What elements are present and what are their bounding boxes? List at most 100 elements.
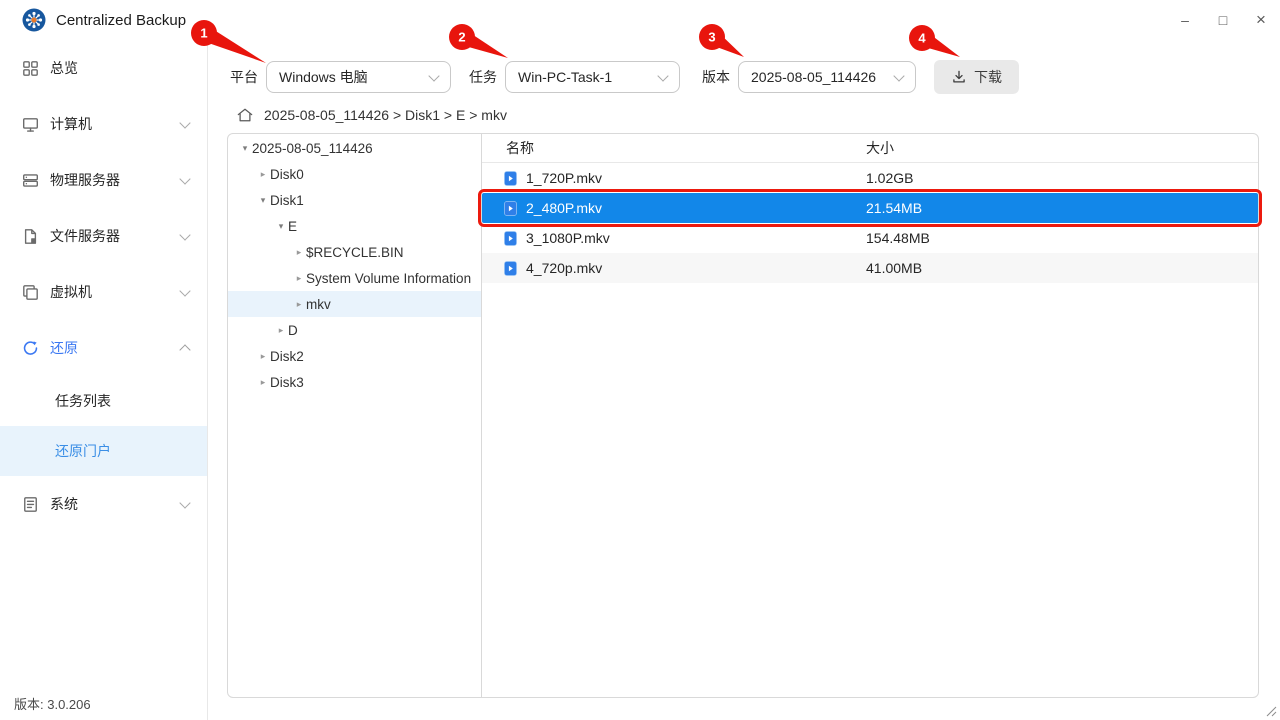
column-header-size[interactable]: 大小 bbox=[866, 138, 1258, 158]
sidebar-item-label: 虚拟机 bbox=[50, 282, 92, 302]
tree-node-label: Disk2 bbox=[270, 349, 304, 364]
task-label: 任务 bbox=[469, 67, 497, 87]
file-row-1_720P.mkv[interactable]: 1_720P.mkv1.02GB bbox=[482, 163, 1258, 193]
tree-node-2025-08-05_114426[interactable]: ▾2025-08-05_114426 bbox=[228, 135, 481, 161]
tree-node-label: mkv bbox=[306, 297, 331, 312]
sidebar-item-虚拟机[interactable]: 虚拟机 bbox=[0, 264, 207, 320]
toolbar: 平台 Windows 电脑 任务 Win-PC-Task-1 版本 2025-0… bbox=[230, 60, 1019, 94]
tree-node-Disk3[interactable]: ▸Disk3 bbox=[228, 369, 481, 395]
tree-node-Disk1[interactable]: ▾Disk1 bbox=[228, 187, 481, 213]
expand-arrow-right-icon[interactable]: ▸ bbox=[292, 247, 306, 258]
column-header-name[interactable]: 名称 bbox=[506, 138, 866, 158]
expand-arrow-right-icon[interactable]: ▸ bbox=[256, 169, 270, 180]
chevron-down-icon bbox=[179, 285, 190, 296]
folder-tree: ▾2025-08-05_114426▸Disk0▾Disk1▾E▸$RECYCL… bbox=[228, 134, 482, 697]
chevron-down-icon bbox=[179, 497, 190, 508]
window-controls: – □ × bbox=[1166, 0, 1280, 40]
sidebar-item-label: 还原门户 bbox=[55, 441, 111, 461]
video-file-icon bbox=[504, 201, 517, 216]
tree-node-label: Disk3 bbox=[270, 375, 304, 390]
chevron-down-icon bbox=[428, 70, 439, 81]
tree-node-mkv[interactable]: ▸mkv bbox=[228, 291, 481, 317]
file-row-3_1080P.mkv[interactable]: 3_1080P.mkv154.48MB bbox=[482, 223, 1258, 253]
file-name: 3_1080P.mkv bbox=[526, 230, 866, 246]
tree-node-label: $RECYCLE.BIN bbox=[306, 245, 404, 260]
sidebar-item-还原[interactable]: 还原 bbox=[0, 320, 207, 376]
sidebar: 总览计算机物理服务器文件服务器虚拟机还原任务列表还原门户系统 版本: 3.0.2… bbox=[0, 40, 208, 720]
sidebar-item-label: 任务列表 bbox=[55, 391, 111, 411]
breadcrumb: 2025-08-05_114426 > Disk1 > E > mkv bbox=[236, 105, 507, 125]
sidebar-item-任务列表[interactable]: 任务列表 bbox=[0, 376, 207, 426]
expand-arrow-down-icon[interactable]: ▾ bbox=[274, 221, 288, 232]
main-area: 平台 Windows 电脑 任务 Win-PC-Task-1 版本 2025-0… bbox=[208, 40, 1280, 720]
expand-arrow-down-icon[interactable]: ▾ bbox=[256, 195, 270, 206]
tree-node-label: Disk0 bbox=[270, 167, 304, 182]
file-name: 2_480P.mkv bbox=[526, 200, 866, 216]
download-button-label: 下载 bbox=[974, 67, 1002, 87]
tree-node-System Volume Information[interactable]: ▸System Volume Information bbox=[228, 265, 481, 291]
app-logo-icon bbox=[22, 8, 46, 32]
tree-node-label: Disk1 bbox=[270, 193, 304, 208]
content-panel: ▾2025-08-05_114426▸Disk0▾Disk1▾E▸$RECYCL… bbox=[227, 133, 1259, 698]
chevron-down-icon bbox=[179, 173, 190, 184]
tree-node-D[interactable]: ▸D bbox=[228, 317, 481, 343]
system-icon bbox=[22, 496, 39, 513]
table-body: 1_720P.mkv1.02GB2_480P.mkv21.54MB3_1080P… bbox=[482, 163, 1258, 283]
file-row-2_480P.mkv[interactable]: 2_480P.mkv21.54MB bbox=[482, 193, 1258, 223]
expand-arrow-right-icon[interactable]: ▸ bbox=[292, 299, 306, 310]
sidebar-item-计算机[interactable]: 计算机 bbox=[0, 96, 207, 152]
expand-arrow-right-icon[interactable]: ▸ bbox=[292, 273, 306, 284]
chevron-down-icon bbox=[893, 70, 904, 81]
expand-arrow-right-icon[interactable]: ▸ bbox=[274, 325, 288, 336]
sidebar-item-文件服务器[interactable]: 文件服务器 bbox=[0, 208, 207, 264]
file-size: 1.02GB bbox=[866, 170, 1258, 186]
app-title: Centralized Backup bbox=[56, 12, 186, 29]
sidebar-item-label: 计算机 bbox=[50, 114, 92, 134]
version-select-value: 2025-08-05_114426 bbox=[751, 69, 876, 85]
grid-icon bbox=[22, 60, 39, 77]
expand-arrow-right-icon[interactable]: ▸ bbox=[256, 351, 270, 362]
close-button[interactable]: × bbox=[1242, 0, 1280, 40]
tree-node-$RECYCLE.BIN[interactable]: ▸$RECYCLE.BIN bbox=[228, 239, 481, 265]
task-select-value: Win-PC-Task-1 bbox=[518, 69, 612, 85]
tree-node-E[interactable]: ▾E bbox=[228, 213, 481, 239]
sidebar-item-还原门户[interactable]: 还原门户 bbox=[0, 426, 207, 476]
file-server-icon bbox=[22, 228, 39, 245]
vm-icon bbox=[22, 284, 39, 301]
file-size: 154.48MB bbox=[866, 230, 1258, 246]
platform-label: 平台 bbox=[230, 67, 258, 87]
sidebar-item-物理服务器[interactable]: 物理服务器 bbox=[0, 152, 207, 208]
file-row-4_720p.mkv[interactable]: 4_720p.mkv41.00MB bbox=[482, 253, 1258, 283]
table-header: 名称 大小 bbox=[482, 134, 1258, 163]
task-select[interactable]: Win-PC-Task-1 bbox=[505, 61, 680, 93]
chevron-down-icon bbox=[179, 117, 190, 128]
sidebar-nav: 总览计算机物理服务器文件服务器虚拟机还原任务列表还原门户系统 bbox=[0, 40, 207, 532]
sidebar-item-label: 物理服务器 bbox=[50, 170, 120, 190]
sidebar-item-系统[interactable]: 系统 bbox=[0, 476, 207, 532]
expand-arrow-right-icon[interactable]: ▸ bbox=[256, 377, 270, 388]
sidebar-item-总览[interactable]: 总览 bbox=[0, 40, 207, 96]
tree-node-label: 2025-08-05_114426 bbox=[252, 141, 373, 156]
app-version-label: 版本: 3.0.206 bbox=[14, 694, 91, 713]
tree-node-Disk0[interactable]: ▸Disk0 bbox=[228, 161, 481, 187]
resize-grip[interactable] bbox=[1263, 703, 1277, 717]
home-icon[interactable] bbox=[236, 107, 254, 123]
platform-select[interactable]: Windows 电脑 bbox=[266, 61, 451, 93]
sidebar-item-label: 还原 bbox=[50, 338, 78, 358]
tree-node-label: D bbox=[288, 323, 298, 338]
maximize-button[interactable]: □ bbox=[1204, 0, 1242, 40]
tree-node-Disk2[interactable]: ▸Disk2 bbox=[228, 343, 481, 369]
minimize-button[interactable]: – bbox=[1166, 0, 1204, 40]
download-button[interactable]: 下载 bbox=[934, 60, 1019, 94]
sidebar-item-label: 文件服务器 bbox=[50, 226, 120, 246]
file-name: 1_720P.mkv bbox=[526, 170, 866, 186]
sidebar-item-label: 系统 bbox=[50, 494, 78, 514]
video-file-icon bbox=[504, 231, 517, 246]
chevron-up-icon bbox=[179, 344, 190, 355]
version-select[interactable]: 2025-08-05_114426 bbox=[738, 61, 916, 93]
expand-arrow-down-icon[interactable]: ▾ bbox=[238, 143, 252, 154]
breadcrumb-path[interactable]: 2025-08-05_114426 > Disk1 > E > mkv bbox=[264, 107, 507, 123]
chevron-down-icon bbox=[179, 229, 190, 240]
tree-node-label: E bbox=[288, 219, 297, 234]
titlebar: Centralized Backup – □ × bbox=[0, 0, 1280, 41]
